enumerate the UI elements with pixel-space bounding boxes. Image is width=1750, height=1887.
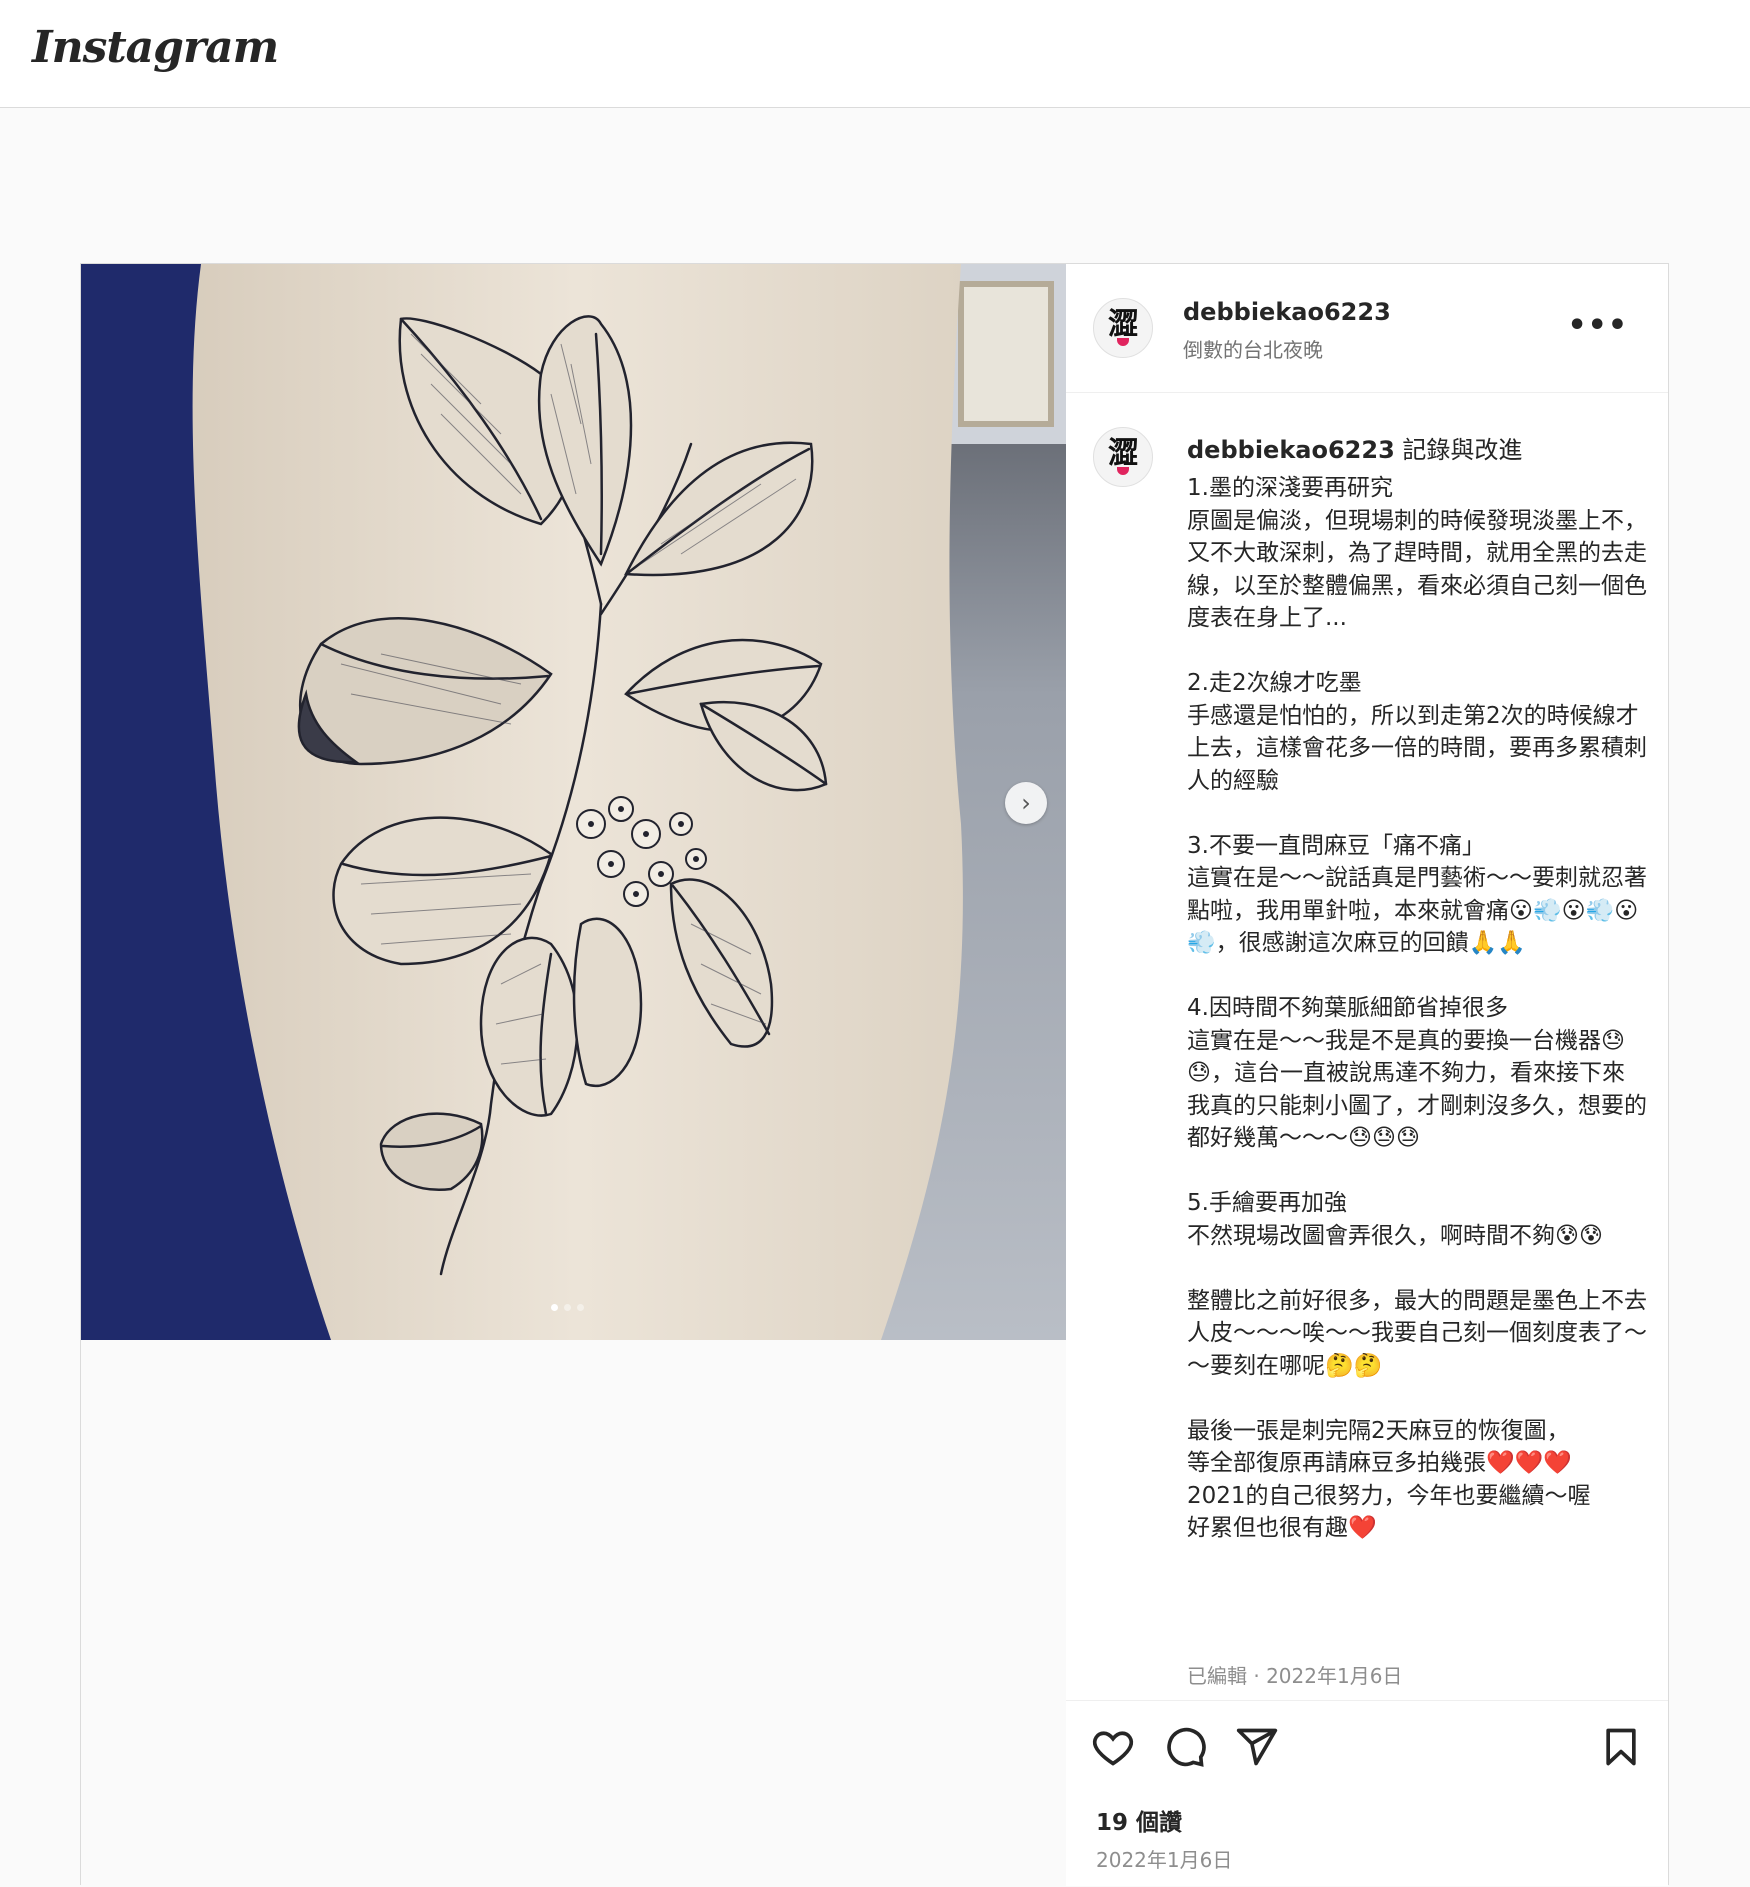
avatar-tongue-icon xyxy=(1117,338,1129,346)
post-container: › 澀 debbiekao6223 倒數的台北夜晚 ••• 澀 debbieka… xyxy=(80,263,1669,1886)
media-empty-area xyxy=(81,1340,1067,1886)
post-sidebar: 澀 debbiekao6223 倒數的台北夜晚 ••• 澀 debbiekao6… xyxy=(1066,264,1668,1886)
bookmark-icon[interactable] xyxy=(1599,1725,1643,1769)
chevron-right-icon: › xyxy=(1021,789,1031,817)
action-bar: 19 個讚 2022年1月6日 xyxy=(1066,1700,1668,1887)
heart-icon[interactable] xyxy=(1091,1725,1135,1769)
post-header: 澀 debbiekao6223 倒數的台北夜晚 ••• xyxy=(1066,264,1668,393)
post-username[interactable]: debbiekao6223 xyxy=(1183,298,1391,326)
caption-area: 澀 debbiekao6223 記錄與改進 1.墨的深淺要再研究 原圖是偏淡，但… xyxy=(1066,392,1668,1662)
post-date: 2022年1月6日 xyxy=(1096,1848,1233,1872)
carousel-indicator xyxy=(551,1304,584,1311)
more-options-icon[interactable]: ••• xyxy=(1567,308,1628,343)
top-navigation-bar: Instagram xyxy=(0,0,1750,108)
tattoo-photo xyxy=(81,264,1066,1340)
send-icon[interactable] xyxy=(1235,1725,1279,1769)
post-media[interactable]: › xyxy=(81,264,1066,1340)
avatar-glyph: 澀 xyxy=(1108,307,1138,342)
caption-title: 記錄與改進 xyxy=(1402,436,1523,464)
comment-icon[interactable] xyxy=(1163,1725,1207,1769)
carousel-next-button[interactable]: › xyxy=(1005,782,1047,824)
instagram-logo[interactable]: Instagram xyxy=(32,22,279,73)
carousel-dot xyxy=(551,1304,558,1311)
avatar[interactable]: 澀 xyxy=(1093,298,1153,358)
avatar-tongue-icon xyxy=(1117,467,1129,475)
carousel-dot xyxy=(564,1304,571,1311)
avatar-glyph: 澀 xyxy=(1108,436,1138,471)
carousel-dot xyxy=(577,1304,584,1311)
caption-body: 1.墨的深淺要再研究 原圖是偏淡，但現場刺的時候發現淡墨上不，又不大敢深刺，為了… xyxy=(1187,475,1647,1541)
caption-header: debbiekao6223 記錄與改進 xyxy=(1187,430,1522,465)
post-location[interactable]: 倒數的台北夜晚 xyxy=(1183,334,1323,363)
caption-avatar[interactable]: 澀 xyxy=(1093,427,1153,487)
caption-username[interactable]: debbiekao6223 xyxy=(1187,436,1395,464)
edited-timestamp: 已編輯 · 2022年1月6日 xyxy=(1187,1664,1403,1688)
like-count[interactable]: 19 個讚 xyxy=(1096,1803,1182,1837)
